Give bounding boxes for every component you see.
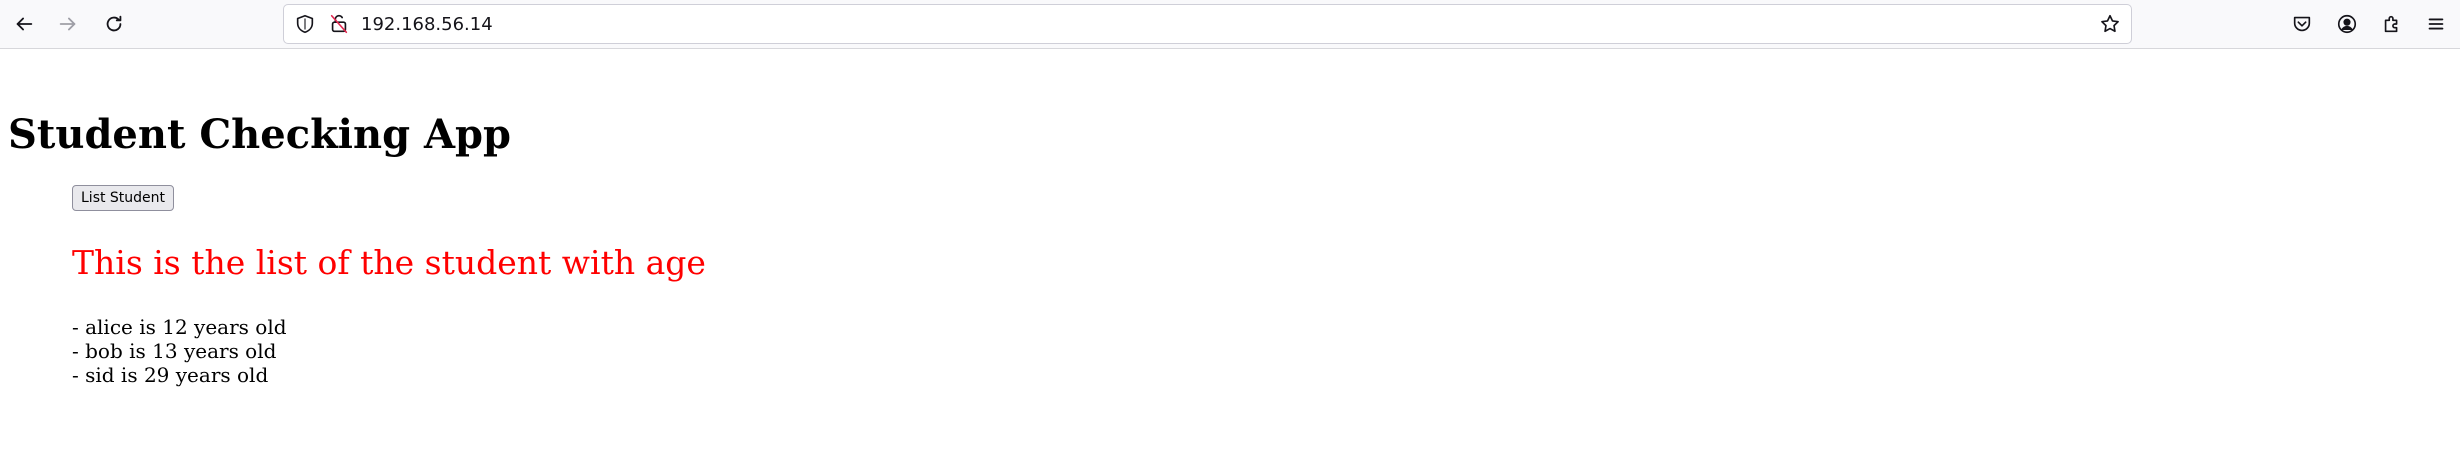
- account-button[interactable]: [2331, 8, 2363, 40]
- shield-icon[interactable]: [294, 13, 316, 35]
- back-arrow-icon: [16, 17, 33, 31]
- list-student-button[interactable]: List Student: [72, 185, 175, 211]
- bookmark-star-icon[interactable]: [2099, 13, 2121, 35]
- reload-icon: [106, 15, 122, 32]
- list-item: - bob is 13 years old: [72, 339, 277, 363]
- main-content: List Student This is the list of the stu…: [72, 185, 706, 387]
- account-icon: [2337, 14, 2357, 34]
- page-title: Student Checking App: [8, 111, 511, 158]
- menu-button[interactable]: [2420, 8, 2452, 40]
- reload-button[interactable]: [98, 8, 130, 40]
- pocket-icon: [2293, 16, 2311, 32]
- url-text[interactable]: 192.168.56.14: [361, 14, 493, 35]
- student-list-heading: This is the list of the student with age: [72, 243, 706, 282]
- extensions-icon: [2384, 15, 2398, 33]
- menu-icon: [2428, 18, 2444, 30]
- extensions-button[interactable]: [2376, 8, 2408, 40]
- student-list: - alice is 12 years old - bob is 13 year…: [72, 315, 287, 387]
- list-item: - sid is 29 years old: [72, 363, 269, 387]
- back-button[interactable]: [8, 8, 40, 40]
- browser-toolbar: 192.168.56.14: [0, 0, 2460, 49]
- forward-arrow-icon: [59, 17, 76, 31]
- url-bar[interactable]: 192.168.56.14: [283, 4, 2132, 44]
- pocket-button[interactable]: [2286, 8, 2318, 40]
- insecure-lock-icon[interactable]: [328, 13, 350, 35]
- forward-button[interactable]: [52, 8, 84, 40]
- list-item: - alice is 12 years old: [72, 315, 287, 339]
